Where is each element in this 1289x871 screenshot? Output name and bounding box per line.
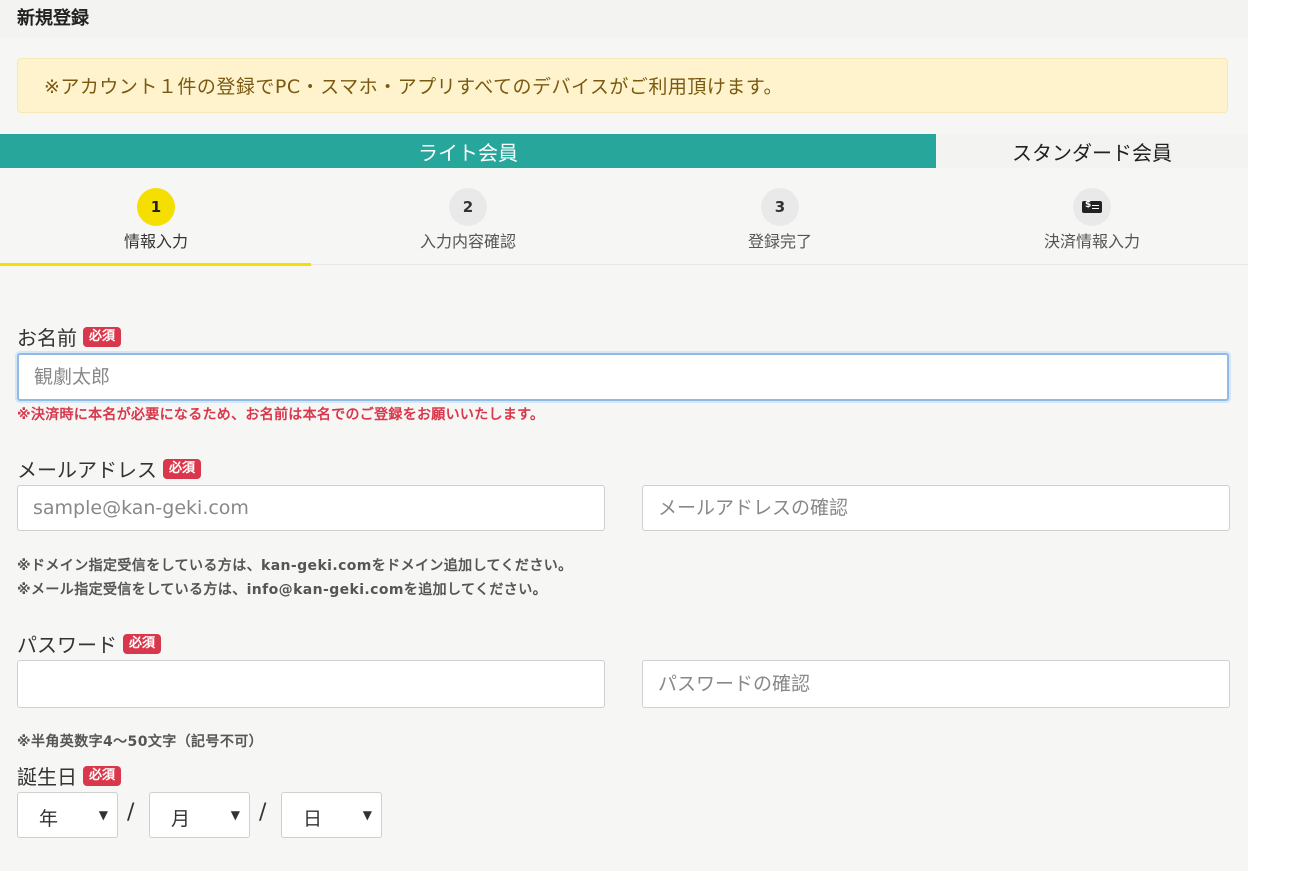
- email-label: メールアドレス 必須: [17, 454, 202, 483]
- required-badge: 必須: [83, 765, 122, 786]
- password-note: ※半角英数字4～50文字（記号不可）: [17, 734, 264, 750]
- email-confirm-input[interactable]: [642, 485, 1230, 531]
- required-badge: 必須: [123, 633, 162, 654]
- page-title: 新規登録: [17, 8, 89, 29]
- step-info-input: 1 情報入力: [0, 168, 312, 266]
- email-label-text: メールアドレス: [17, 458, 157, 482]
- email-note-address: ※メール指定受信をしている方は、info@kan-geki.comを追加してくだ…: [17, 582, 548, 598]
- birth-month-select[interactable]: 月 ▼: [149, 792, 250, 838]
- tab-standard-member[interactable]: スタンダード会員: [936, 134, 1248, 168]
- required-badge: 必須: [163, 458, 202, 479]
- name-label: お名前 必須: [17, 322, 122, 351]
- password-label: パスワード 必須: [17, 629, 162, 658]
- registration-page: 新規登録 ※アカウント１件の登録でPC・スマホ・アプリすべてのデバイスがご利用頂…: [0, 0, 1248, 871]
- step-complete: 3 登録完了: [624, 168, 936, 264]
- name-input[interactable]: [17, 353, 1229, 401]
- birth-year-value: 年: [39, 808, 59, 830]
- registration-steps: 1 情報入力 2 入力内容確認 3 登録完了 決済情報入力: [0, 168, 1248, 266]
- name-label-text: お名前: [17, 326, 77, 350]
- email-note-domain: ※ドメイン指定受信をしている方は、kan-geki.comをドメイン追加してくだ…: [17, 558, 573, 574]
- password-label-text: パスワード: [17, 633, 117, 657]
- birthday-label-text: 誕生日: [17, 765, 77, 789]
- page-header: 新規登録: [0, 0, 1248, 38]
- plan-tabs: ライト会員 スタンダード会員: [0, 134, 1248, 168]
- step-label: 入力内容確認: [419, 232, 516, 251]
- step-label: 情報入力: [123, 232, 188, 251]
- date-separator: /: [127, 800, 135, 825]
- dropdown-arrow-icon: ▼: [98, 808, 108, 822]
- device-notice: ※アカウント１件の登録でPC・スマホ・アプリすべてのデバイスがご利用頂けます。: [17, 58, 1228, 113]
- step-number-2: 2: [449, 188, 487, 226]
- name-note: ※決済時に本名が必要になるため、お名前は本名でのご登録をお願いいたします。: [17, 407, 545, 423]
- required-badge: 必須: [83, 326, 122, 347]
- device-notice-text: ※アカウント１件の登録でPC・スマホ・アプリすべてのデバイスがご利用頂けます。: [44, 76, 784, 98]
- dropdown-arrow-icon: ▼: [230, 808, 240, 822]
- birth-day-select[interactable]: 日 ▼: [281, 792, 382, 838]
- password-input[interactable]: [17, 660, 605, 708]
- date-separator: /: [259, 800, 267, 825]
- step-label: 決済情報入力: [1043, 232, 1140, 251]
- birthday-label: 誕生日 必須: [17, 761, 122, 790]
- birth-day-value: 日: [303, 808, 323, 830]
- step-payment: 決済情報入力: [936, 168, 1248, 264]
- step-label: 登録完了: [747, 232, 812, 251]
- payment-card-icon: [1082, 200, 1102, 213]
- dropdown-arrow-icon: ▼: [362, 808, 372, 822]
- tab-light-member[interactable]: ライト会員: [0, 134, 936, 168]
- step-number-3: 3: [761, 188, 799, 226]
- step-confirm: 2 入力内容確認: [312, 168, 624, 264]
- step-payment-circle: [1073, 188, 1111, 226]
- birth-month-value: 月: [171, 808, 191, 830]
- active-step-indicator: [0, 263, 311, 266]
- step-number-1: 1: [137, 188, 175, 226]
- birth-year-select[interactable]: 年 ▼: [17, 792, 118, 838]
- password-confirm-input[interactable]: [642, 660, 1230, 708]
- email-input[interactable]: [17, 485, 605, 531]
